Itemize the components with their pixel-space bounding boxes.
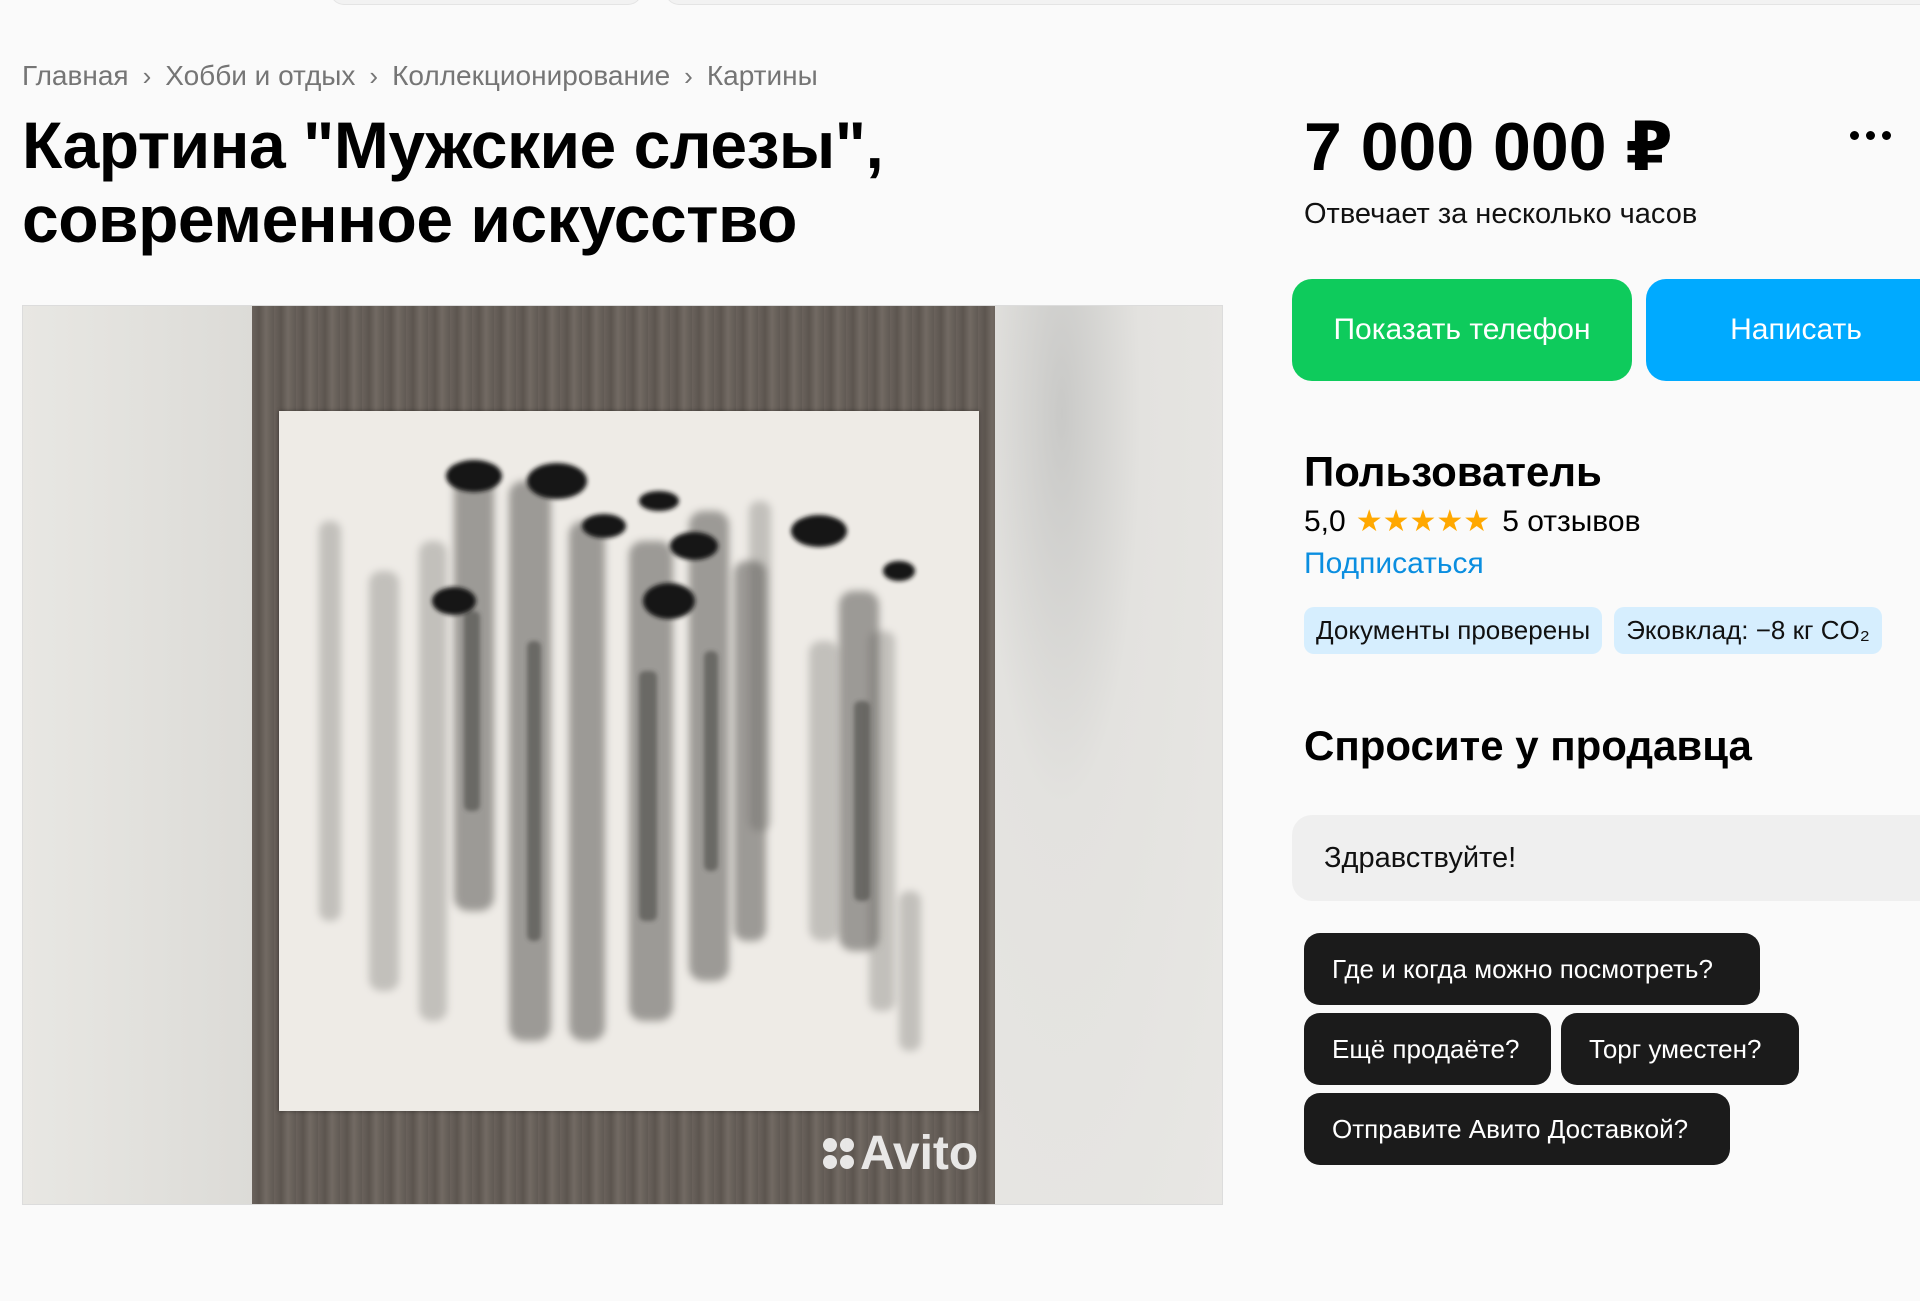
seller-name[interactable]: Пользователь	[1304, 448, 1602, 496]
quick-question-where-when[interactable]: Где и когда можно посмотреть?	[1304, 933, 1760, 1005]
star-rating-icon: ★★★★★	[1355, 505, 1491, 538]
badge-documents-verified[interactable]: Документы проверены	[1304, 607, 1603, 654]
painting-canvas	[279, 411, 979, 1111]
listing-title: Картина "Мужские слезы", современное иск…	[22, 108, 1022, 256]
rating-value: 5,0	[1304, 504, 1346, 538]
seller-rating[interactable]: 5,0 ★★★★★ 5 отзывов	[1304, 504, 1641, 539]
listing-title-line1: Картина "Мужские слезы",	[22, 108, 884, 182]
chevron-right-icon: ›	[684, 60, 693, 91]
reviews-count[interactable]: 5 отзывов	[1502, 505, 1640, 539]
listing-title-line2: современное искусство	[22, 182, 798, 256]
dot-icon	[1865, 130, 1875, 140]
search-bar-remnant[interactable]	[665, 0, 1920, 5]
avito-watermark-text: Avito	[860, 1127, 979, 1180]
quick-question-delivery[interactable]: Отправите Авито Доставкой?	[1304, 1093, 1730, 1165]
seller-reply-time: Отвечает за несколько часов	[1304, 198, 1698, 230]
dot-icon	[1849, 130, 1859, 140]
breadcrumb: Главная › Хобби и отдых › Коллекциониров…	[22, 60, 818, 92]
breadcrumb-item-home[interactable]: Главная	[22, 60, 129, 92]
ask-seller-title: Спросите у продавца	[1304, 722, 1752, 769]
message-input[interactable]	[1292, 815, 1920, 901]
gallery-blur-left	[23, 306, 252, 1204]
chevron-right-icon: ›	[369, 60, 379, 91]
photo-gallery[interactable]: Avito	[22, 305, 1223, 1205]
listing-page: Главная › Хобби и отдых › Коллекциониров…	[0, 0, 1920, 1301]
quick-question-bargain[interactable]: Торг уместен?	[1561, 1013, 1799, 1085]
badge-eco-contribution[interactable]: Эковклад: −8 кг CO₂	[1614, 607, 1882, 654]
painting-drips	[319, 460, 921, 1051]
seller-badges: Документы проверены Эковклад: −8 кг CO₂	[1304, 607, 1882, 654]
breadcrumb-item-hobby[interactable]: Хобби и отдых	[165, 60, 355, 92]
price: 7 000 000 ₽	[1304, 109, 1673, 185]
quick-question-still-selling[interactable]: Ещё продаёте?	[1304, 1013, 1551, 1085]
gallery-blur-right	[993, 306, 1222, 1204]
breadcrumb-item-collecting[interactable]: Коллекционирование	[392, 60, 670, 92]
show-phone-button[interactable]: Показать телефон	[1292, 279, 1632, 381]
avito-logo-icon	[823, 1138, 854, 1169]
dot-icon	[1881, 130, 1891, 140]
breadcrumb-item-paintings[interactable]: Картины	[707, 60, 818, 92]
category-button-remnant[interactable]	[330, 0, 642, 5]
subscribe-link[interactable]: Подписаться	[1304, 547, 1484, 581]
write-message-button[interactable]: Написать	[1646, 279, 1920, 381]
avito-watermark: Avito	[823, 1126, 978, 1181]
more-options-button[interactable]	[1840, 120, 1900, 150]
chevron-right-icon: ›	[142, 60, 152, 91]
